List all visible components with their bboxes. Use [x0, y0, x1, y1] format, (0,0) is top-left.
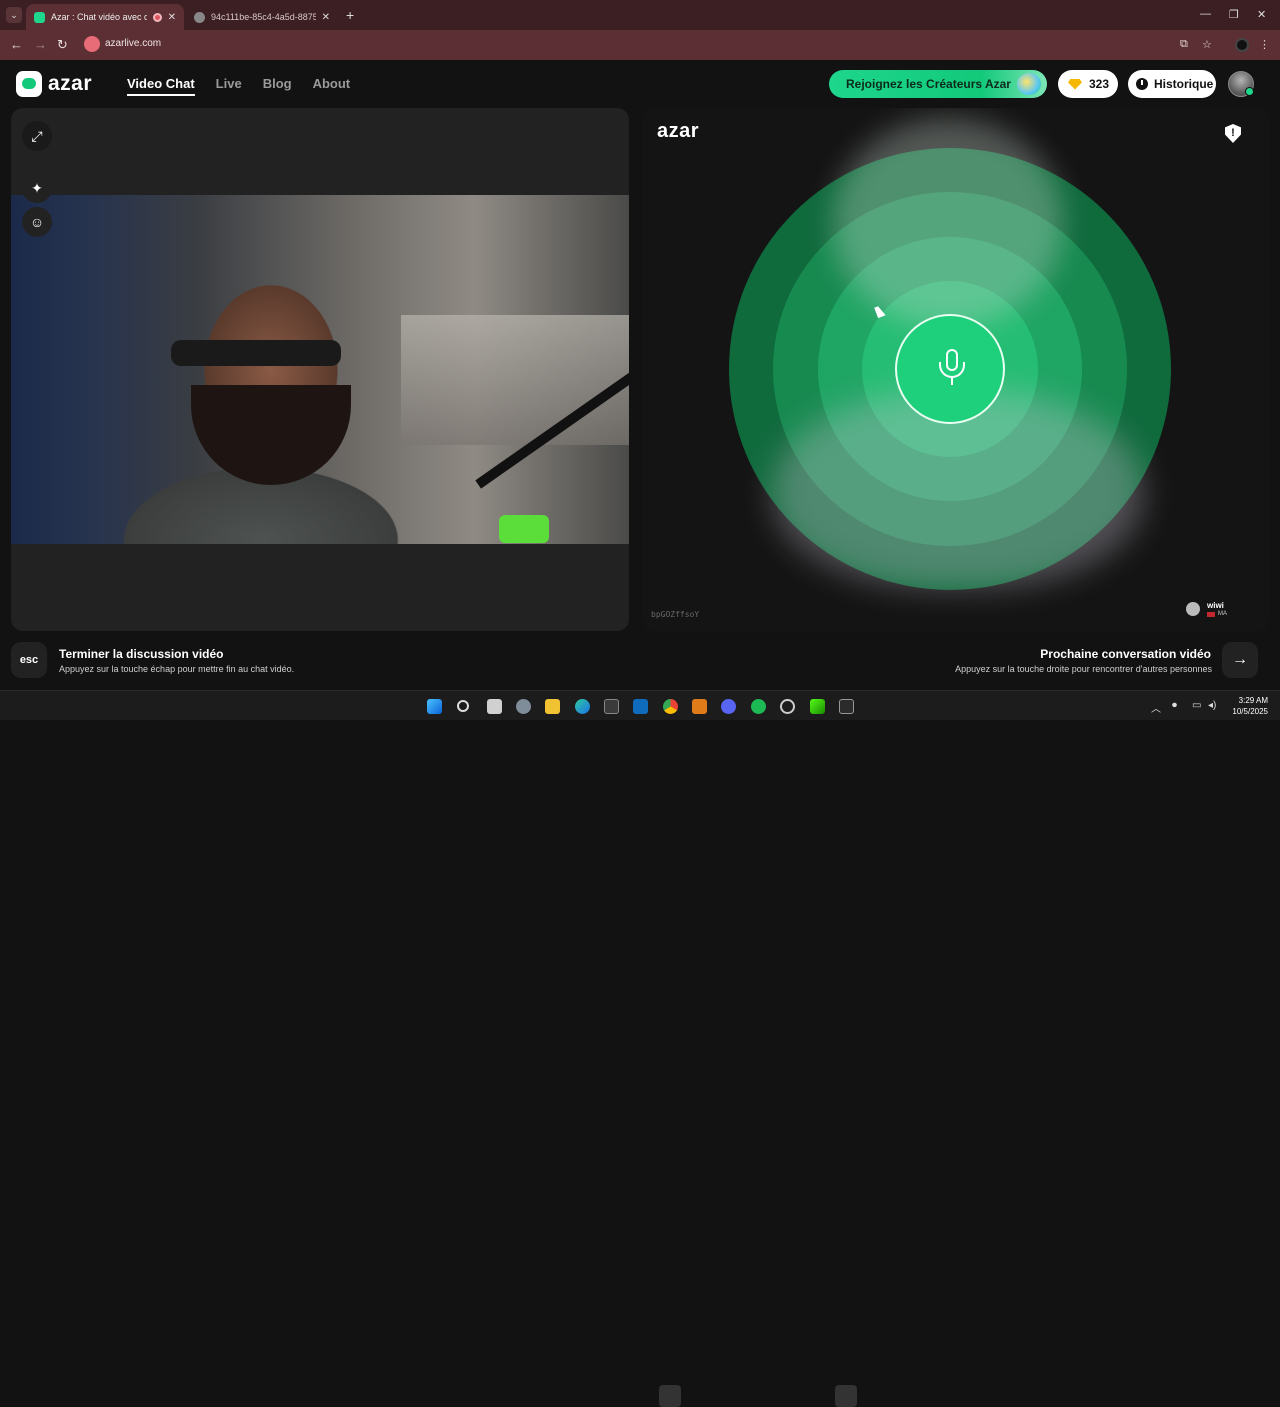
tab-title: 94c111be-85c4-4a5d-8875-f38	[211, 12, 316, 22]
spotify-icon[interactable]	[751, 699, 766, 714]
running-app-highlight	[659, 1385, 681, 1407]
next-chat-arrow-button[interactable]: →	[1222, 642, 1258, 678]
sparkle-icon[interactable]: ✦	[22, 173, 52, 203]
chrome-icon[interactable]	[663, 699, 678, 714]
partner-profile-chip[interactable]: wiwi MA	[1181, 596, 1247, 622]
azar-app: azar Video Chat Live Blog About Rejoigne…	[0, 60, 1280, 690]
sticker-icon[interactable]: ☺	[22, 207, 52, 237]
mic-stem	[951, 378, 953, 385]
mic-tray-icon[interactable]: ⏺	[1172, 700, 1177, 711]
recording-icon	[152, 12, 162, 22]
install-app-icon[interactable]: ⧉	[1180, 38, 1188, 51]
person-icon	[1186, 602, 1200, 616]
end-chat-esc-button[interactable]: esc	[11, 642, 47, 678]
search-icon[interactable]	[457, 700, 469, 712]
reload-icon[interactable]: ↻	[57, 37, 68, 53]
outlook-icon[interactable]	[633, 699, 648, 714]
obs-icon[interactable]	[780, 699, 795, 714]
history-button[interactable]: Historique	[1128, 70, 1216, 98]
browser-tab-strip: ⌄ Azar : Chat vidéo avec de n ✕ 94c111be…	[0, 0, 1280, 30]
self-video-panel: ⤢ ✦ ☺	[11, 108, 629, 631]
background-shelf	[401, 315, 629, 445]
next-chat-subtitle: Appuyez sur la touche droite pour rencon…	[955, 664, 1212, 674]
restore-icon[interactable]: ❐	[1229, 8, 1239, 21]
tab-search-button[interactable]: ⌄	[6, 7, 22, 23]
partner-name: wiwi	[1207, 601, 1224, 610]
forward-icon[interactable]: →	[34, 37, 47, 52]
microphone-button[interactable]	[895, 314, 1005, 424]
store-icon[interactable]	[604, 699, 619, 714]
tab-title: Azar : Chat vidéo avec de n	[51, 12, 147, 22]
partner-country: MA	[1218, 611, 1227, 617]
creator-badge-icon	[1017, 73, 1041, 95]
address-bar: ← → ↻ azarlive.com ⧉ ☆ ⋮	[0, 30, 1280, 60]
discord-icon[interactable]	[721, 699, 736, 714]
clock-time: 3:29 AM	[1238, 696, 1268, 705]
new-tab-button[interactable]: +	[346, 7, 354, 23]
person-beard	[191, 385, 351, 485]
clock-date: 10/5/2025	[1232, 707, 1268, 716]
partner-video-panel: azar ! bpGOZffsoY wiwi MA	[643, 108, 1269, 631]
clock-icon	[1136, 78, 1148, 90]
green-clip	[499, 515, 549, 543]
next-chat-title: Prochaine conversation vidéo	[1040, 647, 1211, 661]
windows-taskbar: ︿ ⏺ ▭ ◂) 3:29 AM 10/5/2025	[0, 690, 1280, 1407]
azar-logo[interactable]: azar	[16, 71, 92, 97]
terminal-icon[interactable]	[839, 699, 854, 714]
close-tab-icon[interactable]: ✕	[168, 12, 176, 23]
browser-tab-azar[interactable]: Azar : Chat vidéo avec de n ✕	[26, 4, 184, 30]
online-status-dot	[1245, 87, 1254, 96]
settings-gear-icon[interactable]	[516, 699, 531, 714]
task-view-icon[interactable]	[487, 699, 502, 714]
history-label: Historique	[1154, 77, 1214, 91]
end-chat-subtitle: Appuyez sur la touche échap pour mettre …	[59, 664, 295, 674]
url-field[interactable]: azarlive.com	[105, 38, 161, 49]
gem-icon	[1068, 78, 1082, 90]
self-camera-feed	[11, 195, 629, 544]
blurred-silhouette-top	[833, 118, 1063, 328]
tray-overflow-icon[interactable]: ︿	[1151, 700, 1161, 715]
running-app-highlight	[835, 1385, 857, 1407]
edge-browser-icon[interactable]	[575, 699, 590, 714]
close-window-icon[interactable]: ✕	[1257, 8, 1266, 21]
bookmark-star-icon[interactable]: ☆	[1202, 38, 1212, 51]
azar-logo-icon	[16, 71, 42, 97]
minimize-icon[interactable]: —	[1200, 8, 1211, 20]
person-sunglasses	[171, 340, 341, 366]
nav-about[interactable]: About	[313, 76, 351, 96]
taskbar-clock[interactable]: 3:29 AM 10/5/2025	[1222, 695, 1268, 717]
volume-icon[interactable]: ◂)	[1208, 700, 1216, 711]
network-icon[interactable]: ▭	[1192, 700, 1201, 711]
browser-menu-icon[interactable]: ⋮	[1259, 38, 1270, 51]
main-nav: Video Chat Live Blog About	[127, 76, 350, 96]
partner-id: bpGOZffsoY	[651, 610, 700, 619]
end-chat-title: Terminer la discussion vidéo	[59, 647, 224, 661]
mic-cup	[939, 362, 965, 378]
expand-icon[interactable]: ⤢	[22, 121, 52, 151]
browser-tab-2[interactable]: 94c111be-85c4-4a5d-8875-f38 ✕	[186, 4, 338, 30]
gem-count: 323	[1089, 77, 1110, 91]
flag-icon	[1207, 611, 1215, 617]
creator-button-label: Rejoignez les Créateurs Azar	[846, 77, 1011, 91]
nav-blog[interactable]: Blog	[263, 76, 292, 96]
site-info-icon[interactable]	[84, 36, 100, 52]
nav-video-chat[interactable]: Video Chat	[127, 76, 195, 96]
join-creators-button[interactable]: Rejoignez les Créateurs Azar	[829, 70, 1047, 98]
globe-icon	[194, 11, 205, 23]
partner-panel-logo: azar	[657, 120, 700, 142]
app-a-icon[interactable]	[692, 699, 707, 714]
azar-favicon-icon	[34, 11, 45, 23]
back-icon[interactable]: ←	[10, 37, 23, 52]
nav-live[interactable]: Live	[216, 76, 242, 96]
gems-button[interactable]: 323	[1058, 70, 1118, 98]
logo-text: azar	[48, 72, 93, 95]
browser-profile-avatar[interactable]	[1235, 38, 1249, 52]
windows-start-icon[interactable]	[427, 699, 442, 714]
kick-icon[interactable]	[810, 699, 825, 714]
close-tab-icon[interactable]: ✕	[322, 12, 330, 23]
file-explorer-icon[interactable]	[545, 699, 560, 714]
shield-alert-icon[interactable]: !	[1225, 124, 1241, 143]
